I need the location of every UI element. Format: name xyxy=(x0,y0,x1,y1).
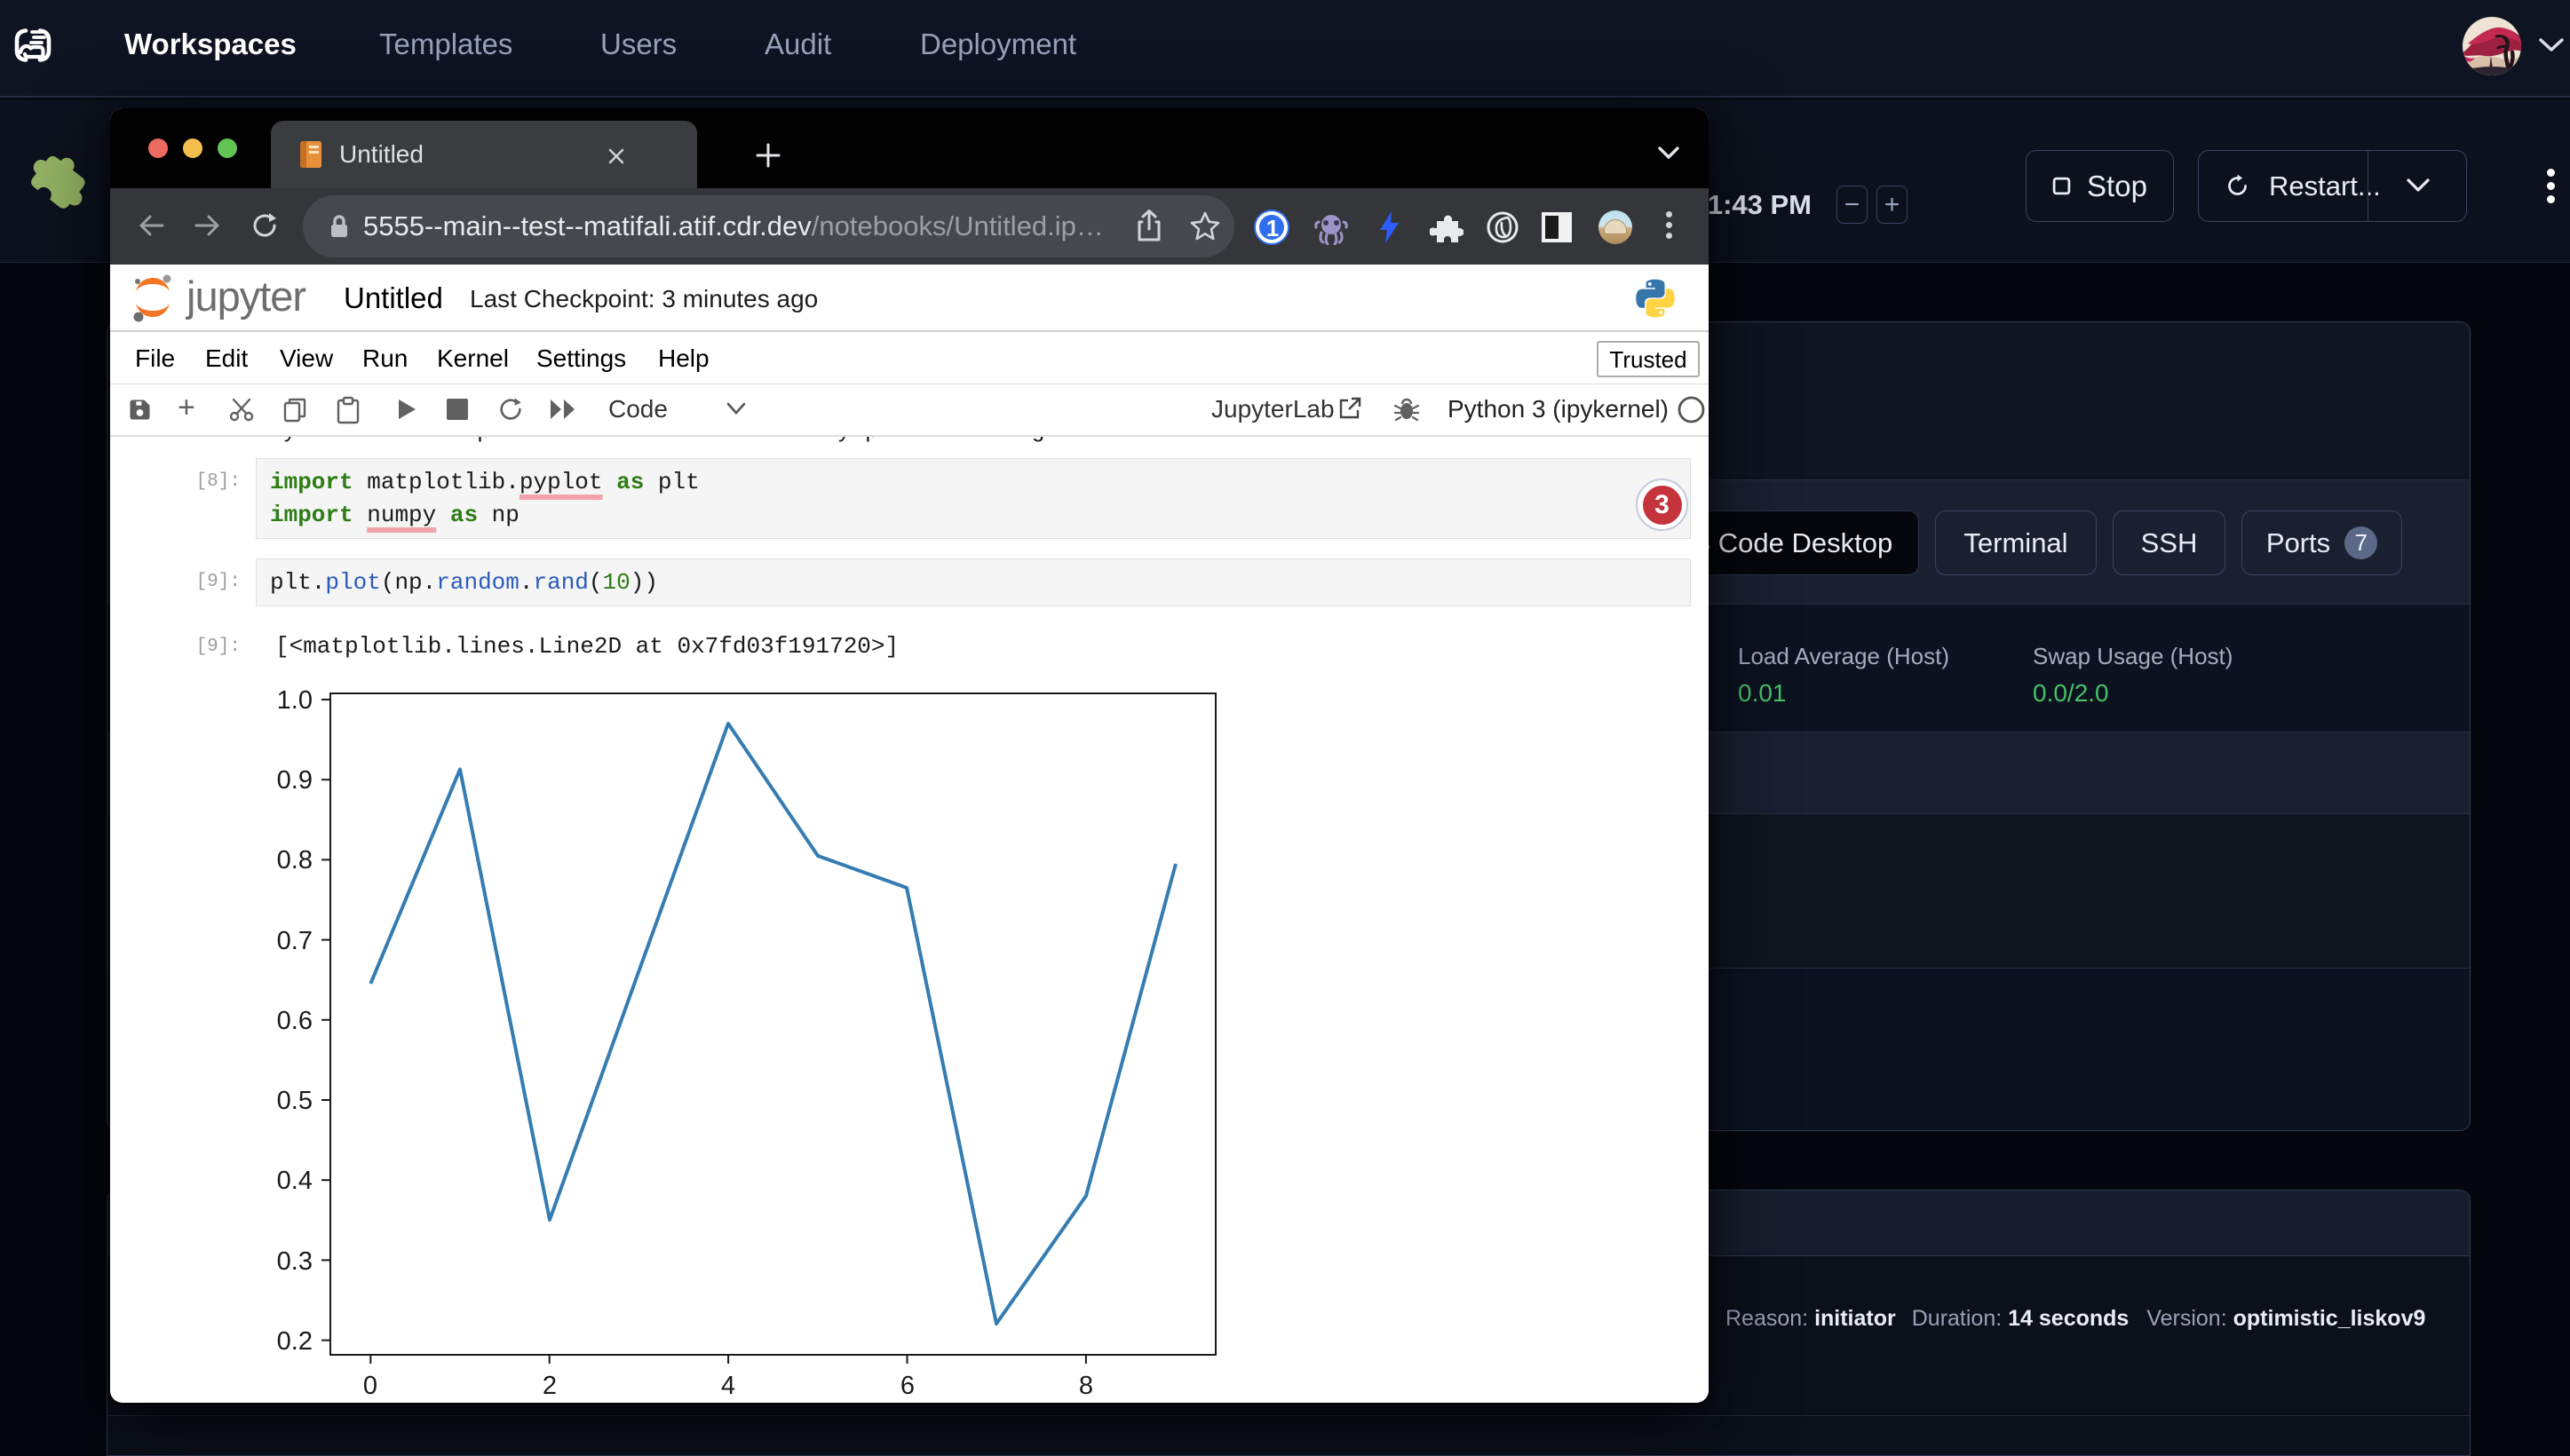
svg-text:2: 2 xyxy=(543,1372,557,1400)
svg-text:1.0: 1.0 xyxy=(277,686,313,715)
svg-text:0.2: 0.2 xyxy=(277,1327,313,1356)
svg-text:0: 0 xyxy=(363,1372,377,1400)
svg-text:6: 6 xyxy=(900,1372,915,1400)
svg-text:4: 4 xyxy=(721,1372,735,1400)
svg-text:0.8: 0.8 xyxy=(277,846,313,874)
svg-text:0.9: 0.9 xyxy=(277,766,313,795)
svg-text:0.7: 0.7 xyxy=(277,927,313,955)
svg-text:0.3: 0.3 xyxy=(277,1247,313,1276)
svg-text:8: 8 xyxy=(1079,1372,1093,1400)
svg-text:0.4: 0.4 xyxy=(277,1167,313,1195)
svg-text:0.6: 0.6 xyxy=(277,1007,313,1035)
svg-text:0.5: 0.5 xyxy=(277,1087,313,1115)
